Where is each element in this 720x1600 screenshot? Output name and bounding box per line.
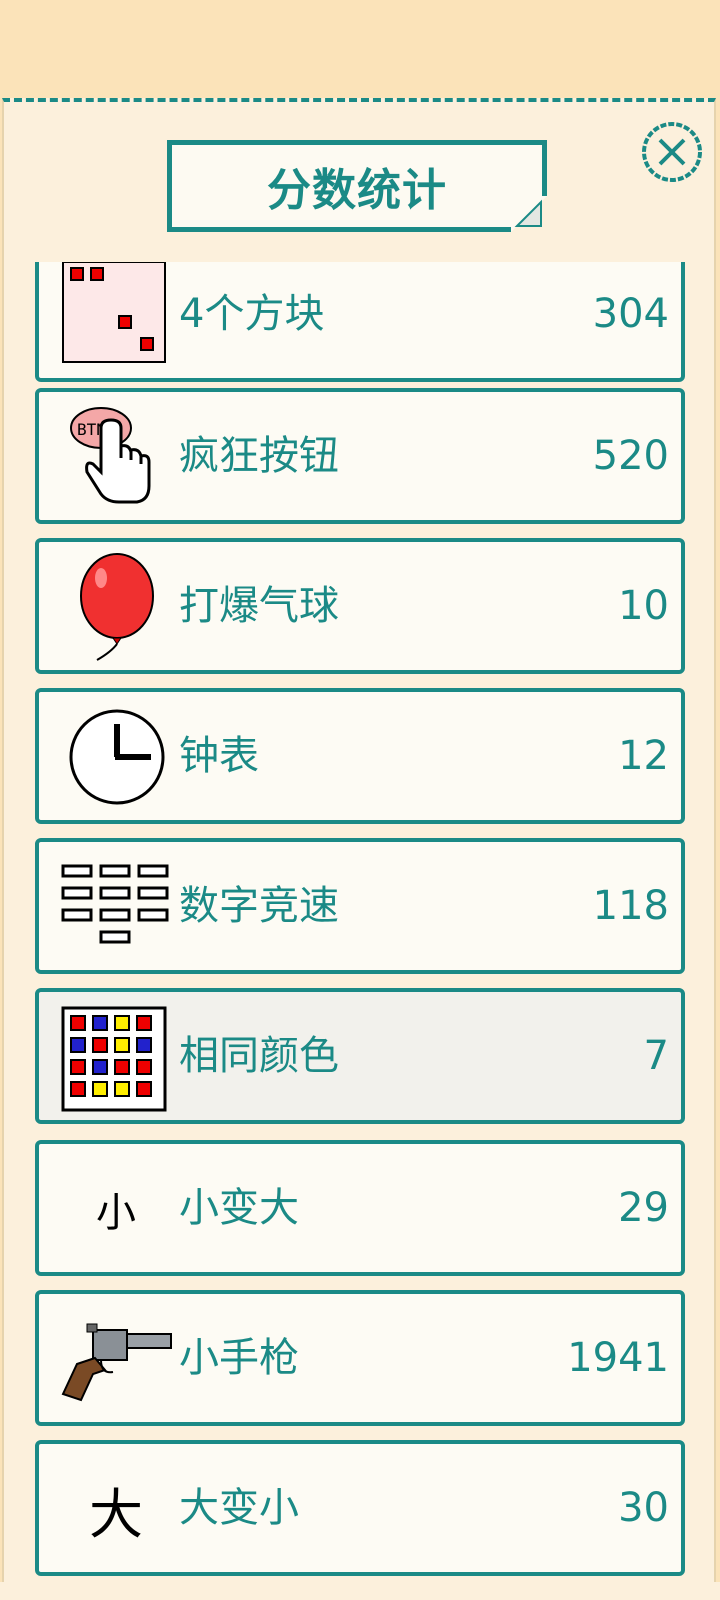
game-score: 520 xyxy=(592,433,669,479)
dialog-title: 分数统计 xyxy=(267,165,447,216)
small-char-icon: 小 xyxy=(61,1154,171,1264)
game-name: 打爆气球 xyxy=(179,583,339,629)
list-item[interactable]: 相同颜色 7 xyxy=(35,988,685,1124)
four-squares-icon xyxy=(61,262,171,370)
balloon-icon xyxy=(61,552,171,662)
big-char-glyph: 大 xyxy=(89,1482,143,1546)
color-grid-icon xyxy=(61,1002,171,1112)
game-score: 30 xyxy=(618,1485,669,1531)
game-name: 钟表 xyxy=(179,733,259,779)
revolver-icon xyxy=(57,1304,173,1414)
small-char-glyph: 小 xyxy=(96,1190,136,1236)
game-score: 118 xyxy=(592,883,669,929)
game-score: 7 xyxy=(643,1033,669,1079)
score-list[interactable]: 4个方块 304 BTN 疯狂按钮 520 打爆气球 10 钟表 12 数字竞速… xyxy=(35,262,685,1582)
close-icon xyxy=(642,122,702,182)
game-score: 29 xyxy=(618,1185,669,1231)
list-item[interactable]: 小 小变大 29 xyxy=(35,1140,685,1276)
game-name: 疯狂按钮 xyxy=(179,433,339,479)
game-score: 10 xyxy=(618,583,669,629)
list-item[interactable]: 钟表 12 xyxy=(35,688,685,824)
game-name: 相同颜色 xyxy=(179,1033,339,1079)
list-item[interactable]: BTN 疯狂按钮 520 xyxy=(35,388,685,524)
dialog-title-box: 分数统计 xyxy=(167,140,547,232)
number-grid-icon xyxy=(61,852,171,962)
list-item[interactable]: 大 大变小 30 xyxy=(35,1440,685,1576)
game-name: 小变大 xyxy=(179,1185,299,1231)
clock-icon xyxy=(61,702,171,812)
pointer-button-icon: BTN xyxy=(61,402,171,512)
game-name: 4个方块 xyxy=(179,291,325,337)
big-char-icon: 大 xyxy=(61,1454,171,1564)
list-item[interactable]: 打爆气球 10 xyxy=(35,538,685,674)
game-name: 数字竞速 xyxy=(179,883,339,929)
close-button[interactable] xyxy=(640,120,704,184)
top-strip xyxy=(0,0,720,98)
game-score: 304 xyxy=(592,291,669,337)
game-score: 1941 xyxy=(567,1335,669,1381)
list-item[interactable]: 数字竞速 118 xyxy=(35,838,685,974)
game-name: 小手枪 xyxy=(179,1335,299,1381)
list-item[interactable]: 4个方块 304 xyxy=(35,262,685,382)
list-item[interactable]: 小手枪 1941 xyxy=(35,1290,685,1426)
page-fold-corner xyxy=(511,196,547,232)
game-name: 大变小 xyxy=(179,1485,299,1531)
panel-bottom xyxy=(0,1582,720,1600)
game-score: 12 xyxy=(618,733,669,779)
